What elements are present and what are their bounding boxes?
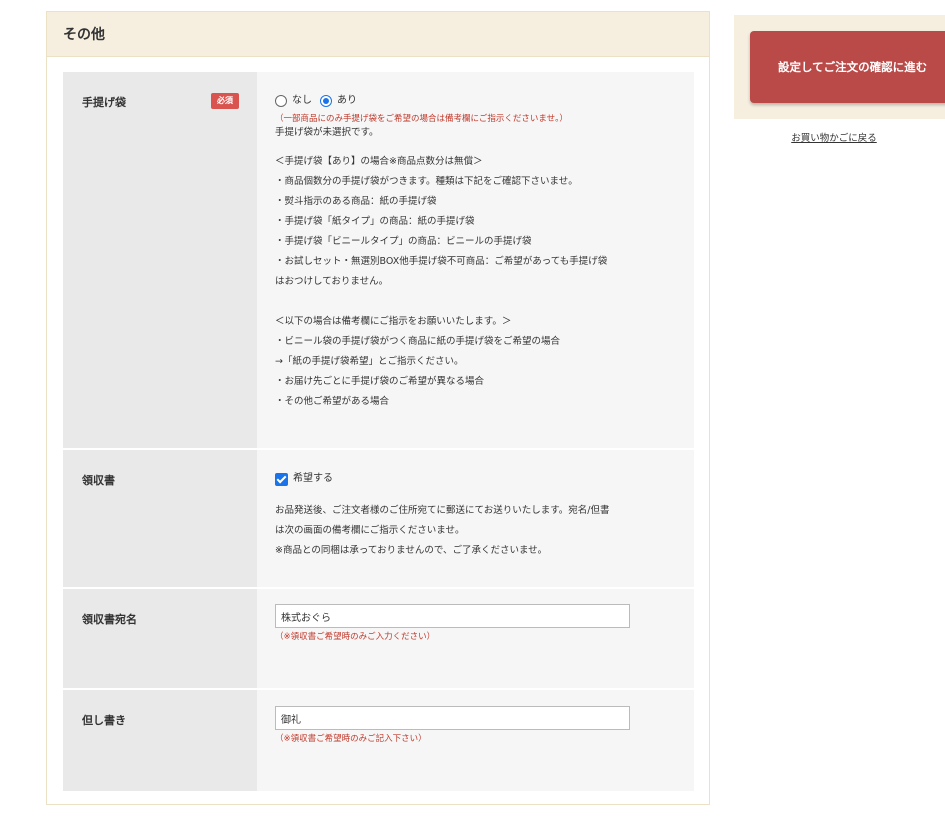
receipt-label: 領収書 [82, 474, 115, 487]
radio-none-label[interactable]: なし [292, 91, 312, 111]
back-to-cart-link[interactable]: お買い物かごに戻る [734, 130, 934, 144]
proviso-label: 但し書き [82, 714, 126, 727]
info-line: ・商品個数分の手提げ袋がつきます。種類は下記をご確認下さいませ。 [275, 176, 578, 187]
info-line: ・手提げ袋「ビニールタイプ」の商品：ビニールの手提げ袋 [275, 236, 532, 247]
receipt-name-label: 領収書宛名 [82, 613, 137, 626]
receipt-checkbox[interactable] [275, 472, 288, 486]
order-sidebar: 設定してご注文の確認に進む [734, 15, 945, 119]
info-line: →「紙の手提げ袋希望」とご指示ください。 [275, 356, 464, 367]
receipt-checkbox-label[interactable]: 希望する [293, 469, 333, 489]
info-line: ・熨斗指示のある商品：紙の手提げ袋 [275, 196, 437, 207]
info-line: ・お届け先ごとに手提げ袋のご希望が異なる場合 [275, 376, 485, 387]
proviso-label-cell: 但し書き [63, 690, 257, 791]
info-line: ＜手提げ袋【あり】の場合※商品点数分は無償＞ [275, 156, 483, 167]
bag-value-cell: なし あり （一部商品にのみ手提げ袋をご希望の場合は備考欄にご指示くださいませ。… [257, 72, 694, 448]
section-title: その他 [47, 12, 709, 57]
info-line: ※商品との同梱は承っておりませんので、ご了承くださいませ。 [275, 545, 548, 556]
receipt-name-note: （※領収書ご希望時のみご入力ください） [275, 631, 436, 642]
info-line: は次の画面の備考欄にご指示くださいませ。 [275, 525, 465, 536]
radio-yes[interactable] [320, 95, 332, 107]
receipt-name-row: 領収書宛名 （※領収書ご希望時のみご入力ください） [63, 589, 694, 690]
radio-yes-label[interactable]: あり [337, 91, 357, 111]
receipt-info: お品発送後、ご注文者様のご住所宛てに郵送にてお送りいたします。宛名/但書 は次の… [275, 501, 678, 561]
form-table: 手提げ袋 必須 なし あり （一部商品にのみ手提げ袋をご希望の場合は備考欄にご指… [63, 72, 694, 791]
info-line: ・ビニール袋の手提げ袋がつく商品に紙の手提げ袋をご希望の場合 [275, 336, 561, 347]
receipt-row: 領収書 希望する お品発送後、ご注文者様のご住所宛てに郵送にてお送りいたします。… [63, 450, 694, 589]
receipt-label-cell: 領収書 [63, 450, 257, 587]
radio-none[interactable] [275, 95, 287, 107]
bag-row: 手提げ袋 必須 なし あり （一部商品にのみ手提げ袋をご希望の場合は備考欄にご指… [63, 72, 694, 450]
receipt-name-value-cell: （※領収書ご希望時のみご入力ください） [257, 589, 694, 688]
bag-label-cell: 手提げ袋 必須 [63, 72, 257, 448]
proviso-value-cell: （※領収書ご希望時のみご記入下さい） [257, 690, 694, 791]
bag-info: ＜手提げ袋【あり】の場合※商品点数分は無償＞ ・商品個数分の手提げ袋がつきます。… [275, 152, 678, 412]
receipt-check-group: 希望する [275, 471, 678, 487]
proviso-input[interactable] [275, 706, 630, 730]
confirm-order-button[interactable]: 設定してご注文の確認に進む [750, 31, 945, 103]
bag-label: 手提げ袋 [82, 96, 126, 109]
receipt-name-label-cell: 領収書宛名 [63, 589, 257, 688]
receipt-value-cell: 希望する お品発送後、ご注文者様のご住所宛てに郵送にてお送りいたします。宛名/但… [257, 450, 694, 587]
info-line: はおつけしておりません。 [275, 276, 389, 287]
bag-warning: 手提げ袋が未選択です。 [275, 127, 379, 138]
bag-radio-group: なし あり [275, 93, 678, 109]
info-line: ・お試しセット・無選別BOX他手提げ袋不可商品：ご希望があっても手提げ袋 [275, 256, 608, 267]
receipt-name-input[interactable] [275, 604, 630, 628]
info-line: ・手提げ袋「紙タイプ」の商品：紙の手提げ袋 [275, 216, 475, 227]
proviso-row: 但し書き （※領収書ご希望時のみご記入下さい） [63, 690, 694, 791]
other-options-panel: その他 手提げ袋 必須 なし あり （一部商品にのみ手提げ袋をご希望の場合は備考… [46, 11, 710, 805]
info-line: ＜以下の場合は備考欄にご指示をお願いいたします。＞ [275, 316, 512, 327]
proviso-note: （※領収書ご希望時のみご記入下さい） [275, 733, 427, 744]
required-badge: 必須 [211, 93, 239, 109]
info-line: ・その他ご希望がある場合 [275, 396, 390, 407]
bag-note: （一部商品にのみ手提げ袋をご希望の場合は備考欄にご指示くださいませ。） [275, 114, 568, 124]
info-line: お品発送後、ご注文者様のご住所宛てに郵送にてお送りいたします。宛名/但書 [275, 505, 610, 516]
